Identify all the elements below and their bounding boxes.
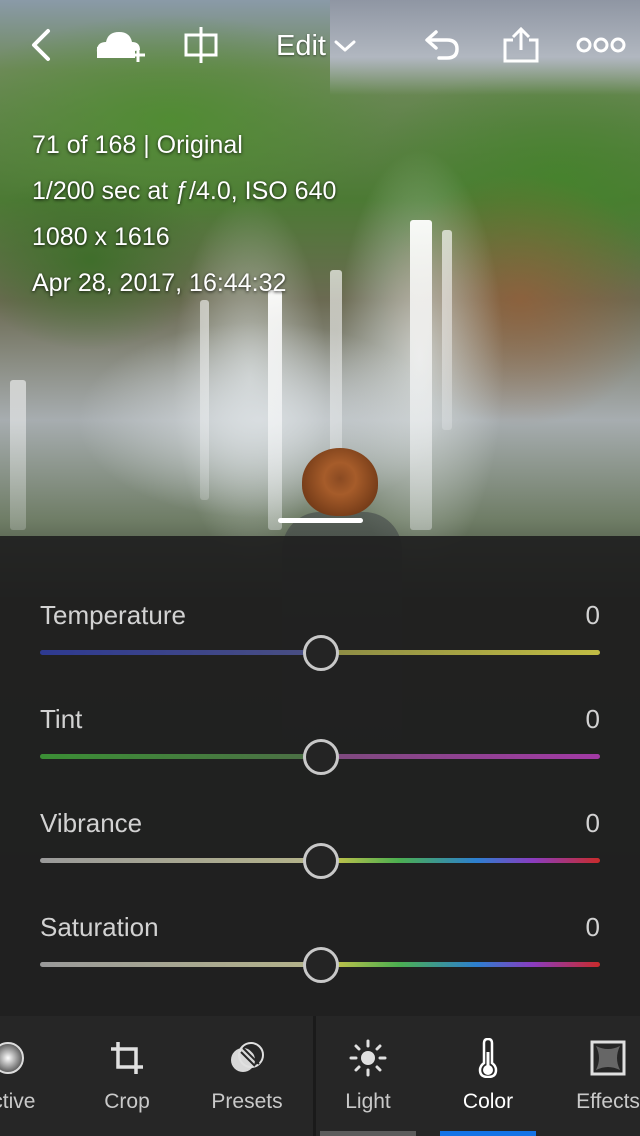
presets-icon (231, 1042, 264, 1072)
waterfall (410, 220, 432, 530)
compare-button[interactable] (182, 22, 220, 68)
more-button[interactable] (576, 22, 626, 68)
light-tab-indicator (320, 1131, 416, 1136)
back-button[interactable] (22, 22, 58, 68)
light-icon (349, 1039, 387, 1077)
hat (302, 448, 378, 516)
mode-label: Edit (276, 29, 326, 62)
chevron-left-icon (32, 29, 50, 61)
active-tab-indicator (440, 1131, 536, 1136)
photo-position: 71 of 168 | Original (32, 131, 243, 159)
slider-label: Temperature (40, 600, 186, 630)
tool-label: Presets (211, 1090, 283, 1113)
slider-thumb[interactable] (303, 947, 339, 983)
undo-button[interactable] (418, 22, 462, 68)
tool-color[interactable]: Color (428, 1016, 548, 1136)
slider-label: Tint (40, 704, 83, 734)
waterfall (200, 300, 209, 500)
share-button[interactable] (500, 22, 542, 68)
slider-value: 0 (585, 704, 600, 734)
undo-icon (425, 30, 459, 60)
slider-thumb[interactable] (303, 739, 339, 775)
waterfall (442, 230, 452, 430)
tool-label: ective (0, 1090, 36, 1113)
tool-selective[interactable]: ective (0, 1016, 68, 1136)
photo-dimensions: 1080 x 1616 (32, 223, 170, 251)
photo-date: Apr 28, 2017, 16:44:32 (32, 269, 287, 297)
waterfall (10, 380, 26, 530)
more-dots-icon (576, 37, 626, 53)
vibrance-slider[interactable]: Vibrance 0 (40, 808, 600, 912)
slider-value: 0 (585, 808, 600, 838)
slider-value: 0 (585, 912, 600, 942)
slider-thumb[interactable] (303, 635, 339, 671)
tool-label: Effects (576, 1090, 640, 1113)
tool-label: Crop (104, 1090, 150, 1113)
saturation-slider[interactable]: Saturation 0 (40, 912, 600, 1016)
tint-slider[interactable]: Tint 0 (40, 704, 600, 808)
waterfall (268, 290, 282, 530)
tool-label: Color (462, 1090, 514, 1113)
slider-value: 0 (585, 600, 600, 630)
slider-thumb[interactable] (303, 843, 339, 879)
tool-crop[interactable]: Crop (67, 1016, 187, 1136)
top-bar: Edit (0, 0, 640, 90)
share-icon (503, 26, 539, 63)
chevron-down-icon (334, 40, 356, 52)
mode-dropdown[interactable]: Edit (276, 26, 356, 66)
effects-icon (590, 1040, 626, 1076)
bottom-toolbar: ective Crop Presets Light (0, 1016, 640, 1136)
color-panel: Temperature 0 Tint 0 Vibrance 0 Saturati… (0, 536, 640, 1016)
panel-handle[interactable] (278, 518, 363, 523)
thermometer-icon (478, 1038, 498, 1078)
tool-label: Light (345, 1090, 391, 1113)
crop-icon (111, 1042, 143, 1074)
tool-presets[interactable]: Presets (187, 1016, 307, 1136)
cloud-add-icon (96, 32, 145, 62)
tool-effects[interactable]: Effects (548, 1016, 640, 1136)
photo-info-overlay: 71 of 168 | Original 1/200 sec at ƒ/4.0,… (32, 122, 336, 306)
slider-label: Vibrance (40, 808, 143, 838)
tool-light[interactable]: Light (308, 1016, 428, 1136)
selective-icon (0, 1042, 24, 1074)
temperature-slider[interactable]: Temperature 0 (40, 600, 600, 704)
cloud-add-button[interactable] (94, 22, 148, 68)
photo-exposure: 1/200 sec at ƒ/4.0, ISO 640 (32, 177, 337, 205)
slider-label: Saturation (40, 912, 159, 942)
split-compare-icon (184, 27, 218, 63)
